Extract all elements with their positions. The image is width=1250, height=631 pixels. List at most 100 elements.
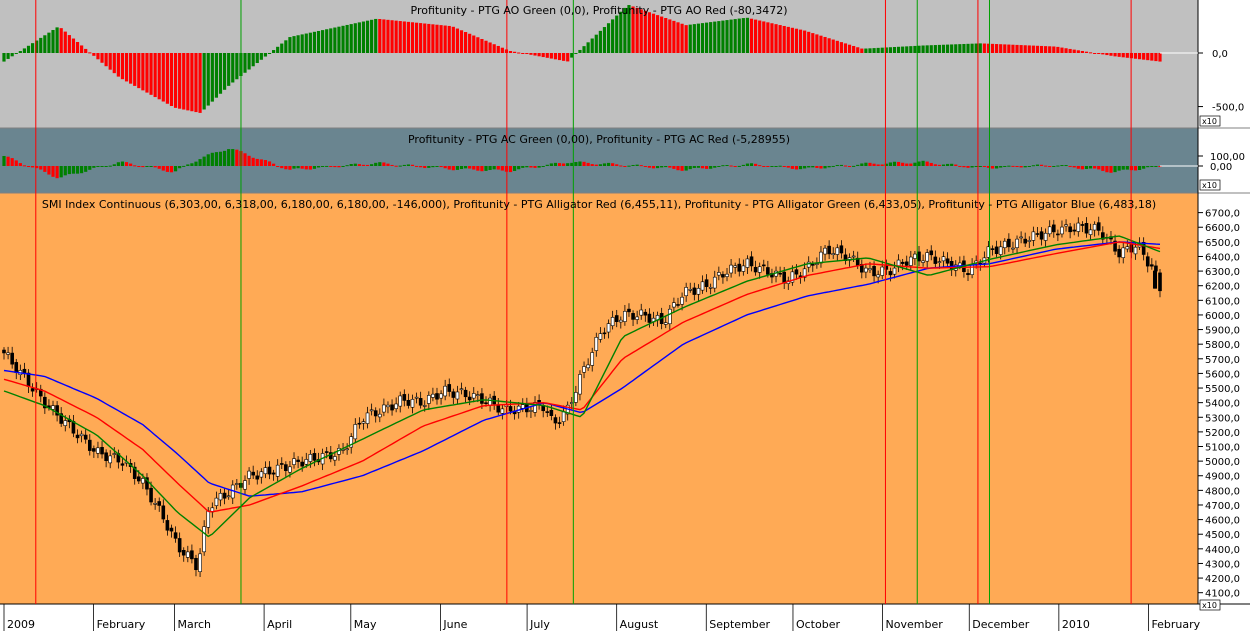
candle [186, 551, 190, 558]
ac-bar [325, 165, 329, 167]
ao-bar [864, 48, 868, 53]
candle [30, 388, 35, 392]
ao-bar [782, 25, 786, 53]
ao-bar [525, 53, 529, 55]
ao-bar [443, 25, 447, 53]
candle [990, 248, 995, 250]
ac-bar [337, 166, 341, 168]
ao-bar [794, 28, 799, 53]
candle [292, 458, 296, 465]
ao-bar [47, 32, 51, 53]
ac-bar [292, 166, 296, 169]
candle [1121, 247, 1126, 258]
candle [757, 266, 762, 273]
ao-bar [819, 35, 823, 53]
ao-bar [427, 23, 431, 53]
ac-bar [704, 166, 709, 169]
ac-bar [680, 166, 684, 171]
candle [251, 471, 255, 476]
candle [639, 309, 644, 316]
ac-bar [22, 165, 27, 167]
ao-bar [153, 53, 157, 98]
ac-bar [1146, 166, 1150, 168]
ac-bar [635, 164, 639, 166]
ac-bar [794, 166, 799, 170]
candle [1047, 226, 1052, 235]
ac-bar [145, 166, 149, 167]
ao-bar [876, 47, 880, 53]
ao-bar [725, 20, 729, 53]
candle [1060, 226, 1064, 235]
ac-bar [684, 166, 688, 171]
ao-bar [982, 43, 986, 53]
candle [447, 384, 452, 392]
ao-bar [852, 45, 856, 53]
candle [619, 319, 623, 323]
ao-tick: 0,0 [1212, 49, 1228, 60]
x-tick: December [972, 618, 1030, 631]
ao-bar [374, 18, 378, 54]
x-tick: September [709, 618, 770, 631]
candle [994, 246, 999, 254]
ao-bar [386, 19, 390, 54]
price-tick: 6300,0 [1205, 267, 1240, 278]
ao-bar [606, 23, 611, 53]
candle [557, 422, 562, 424]
ao-bar [962, 43, 966, 53]
candle [222, 492, 227, 499]
candle [794, 269, 799, 275]
ao-bar [766, 22, 770, 53]
ac-bar [341, 166, 345, 167]
ao-bar [141, 53, 145, 91]
ac-bar [647, 166, 651, 168]
ac-bar [92, 166, 96, 168]
candle [586, 364, 590, 369]
ac-bar [276, 166, 280, 167]
ac-bar [529, 166, 533, 168]
ao-bar [496, 45, 500, 53]
candle [243, 480, 247, 490]
candle [676, 304, 680, 306]
ac-bar [807, 166, 811, 168]
candle [1080, 224, 1085, 226]
ao-bar [647, 12, 651, 54]
candle [402, 394, 407, 401]
ao-bar [815, 34, 819, 53]
candle [704, 279, 709, 287]
ac-badge: x10 [1202, 181, 1217, 190]
candle [226, 495, 231, 498]
ao-bar [905, 46, 909, 53]
ac-bar [468, 166, 472, 169]
ac-bar [917, 161, 921, 166]
ao-bar [521, 53, 525, 54]
ac-bar [999, 166, 1003, 168]
ac-bar [153, 166, 157, 168]
ao-bar [472, 35, 476, 53]
ao-bar [120, 53, 125, 80]
ao-bar [30, 43, 35, 53]
ac-bar [484, 166, 488, 171]
ac-bar [758, 165, 762, 167]
ao-bar [169, 53, 174, 106]
ao-bar [709, 22, 713, 53]
ao-bar [194, 53, 198, 113]
price-tick: 6600,0 [1205, 223, 1240, 234]
ac-bar [1064, 165, 1068, 167]
ao-bar [1064, 48, 1068, 53]
ac-bar [566, 163, 570, 166]
candle [692, 287, 697, 295]
candle [104, 452, 108, 462]
price-title: SMI Index Continuous (6,303,00, 6,318,00… [42, 198, 1156, 211]
ac-bar [872, 163, 876, 166]
candle [439, 393, 443, 399]
ao-bar [186, 53, 190, 111]
ao-bar [508, 50, 513, 53]
candle [304, 459, 309, 465]
candle [333, 456, 337, 461]
ac-bar [811, 166, 815, 168]
ao-bar [1068, 48, 1072, 53]
ao-bar [308, 32, 312, 53]
candle [1019, 236, 1023, 239]
ao-bar [92, 53, 96, 56]
ao-bar [133, 53, 137, 86]
